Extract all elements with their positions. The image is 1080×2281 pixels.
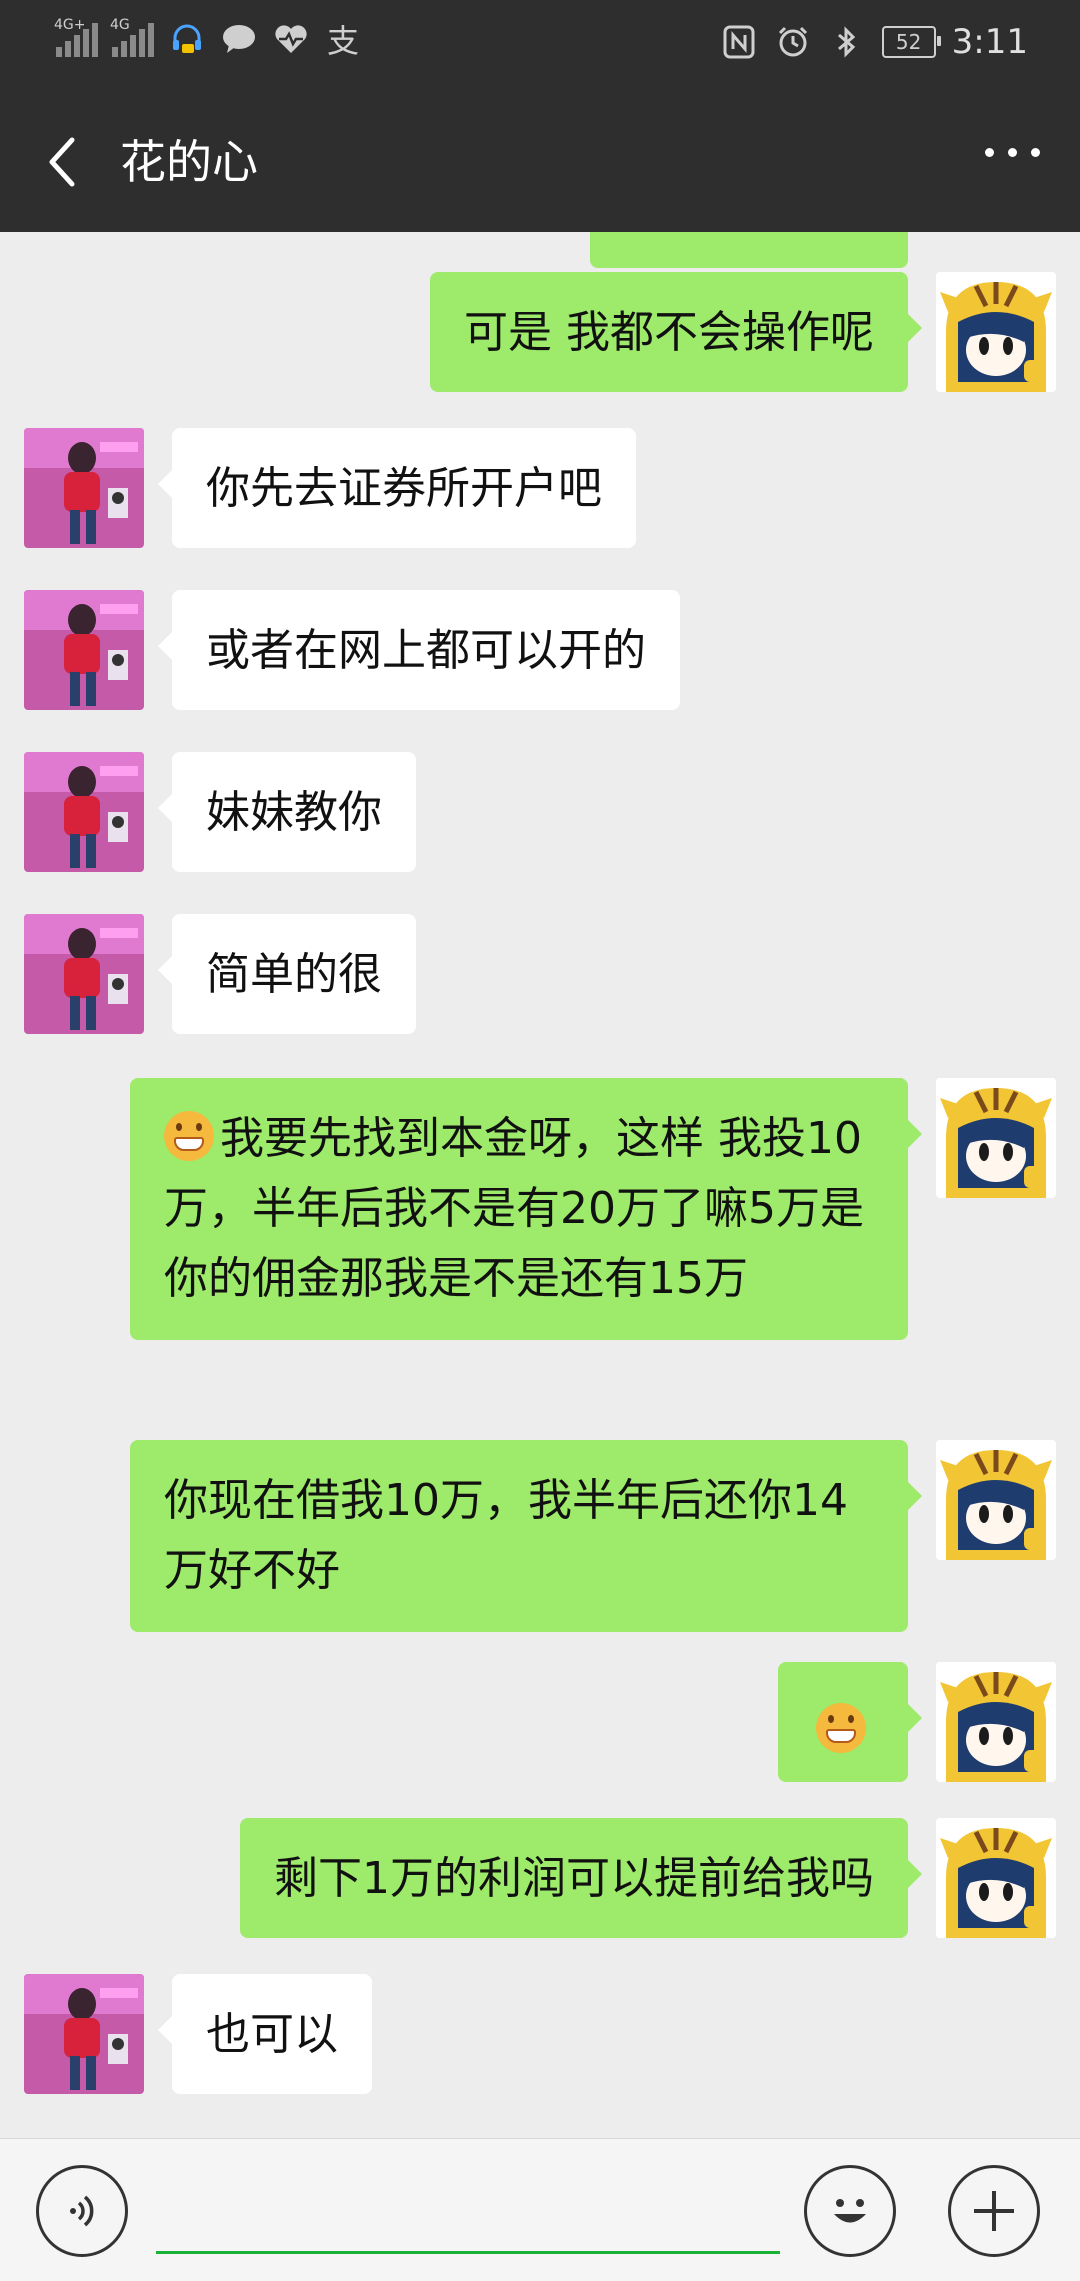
network-type-1: 4G+ (54, 17, 86, 33)
message-bubble[interactable]: 或者在网上都可以开的 (158, 590, 680, 710)
message-bubble[interactable]: 也可以 (158, 1974, 372, 2094)
contact-avatar[interactable] (24, 590, 144, 710)
network-type-2: 4G (110, 17, 130, 33)
battery-icon: 52 (881, 26, 941, 58)
status-bar: 4G+ 4G 支 52 3:11 (0, 0, 1080, 92)
message-bubble[interactable]: 简单的很 (158, 914, 416, 1034)
chat-title: 花的心 (120, 135, 258, 189)
back-arrow-icon[interactable] (36, 132, 96, 192)
my-avatar[interactable] (936, 1662, 1056, 1782)
alipay-notification-icon: 支 (326, 22, 359, 60)
message-bubble[interactable]: 你现在借我10万，我半年后还你14万好不好 (130, 1440, 922, 1632)
grin-emoji-icon (816, 1703, 866, 1753)
message-input[interactable] (156, 2251, 780, 2254)
input-bar (0, 2138, 1080, 2281)
alarm-icon (774, 23, 812, 61)
emoji-button[interactable] (804, 2165, 896, 2257)
battery-level: 52 (895, 30, 922, 54)
plus-button[interactable] (948, 2165, 1040, 2257)
status-left-icons: 4G+ 4G 支 (54, 17, 362, 60)
title-bar: 花的心 (0, 92, 1080, 232)
emoji-icon (834, 2199, 866, 2223)
message-bubble[interactable]: 可是 我都不会操作呢 (430, 272, 922, 392)
nfc-icon (720, 23, 758, 61)
headset-notification-icon (168, 20, 206, 58)
plus-icon (974, 2191, 1014, 2231)
chat-notification-icon (220, 20, 258, 58)
message-bubble[interactable] (778, 1662, 922, 1782)
my-avatar[interactable] (936, 1818, 1056, 1938)
message-text: 我要先找到本金呀，这样 我投10万，半年后我不是有20万了嘛5万是你的佣金那我是… (164, 1113, 864, 1304)
bluetooth-icon (828, 23, 866, 61)
health-notification-icon (272, 20, 310, 58)
my-avatar[interactable] (936, 272, 1056, 392)
contact-avatar[interactable] (24, 428, 144, 548)
chat-area[interactable]: 可是 我都不会操作呢 你先去证券所开户吧 或者在网上都可以开的 妹妹教你 简单的… (0, 232, 1080, 2138)
clock: 3:11 (951, 22, 1028, 62)
contact-avatar[interactable] (24, 752, 144, 872)
top-bar: 4G+ 4G 支 52 3:11 花的心 (0, 0, 1080, 232)
message-bubble[interactable]: 剩下1万的利润可以提前给我吗 (240, 1818, 922, 1938)
voice-button[interactable] (36, 2165, 128, 2257)
message-bubble-partial[interactable] (590, 232, 908, 268)
signal-icon-2: 4G (110, 17, 154, 57)
message-bubble[interactable]: 妹妹教你 (158, 752, 416, 872)
message-bubble[interactable]: 你先去证券所开户吧 (158, 428, 636, 548)
status-right-icons: 52 3:11 (720, 22, 1028, 62)
my-avatar[interactable] (936, 1078, 1056, 1198)
contact-avatar[interactable] (24, 1974, 144, 2094)
signal-icon-1: 4G+ (54, 17, 98, 57)
grin-emoji-icon (164, 1111, 214, 1161)
my-avatar[interactable] (936, 1440, 1056, 1560)
more-icon[interactable] (985, 148, 1040, 157)
contact-avatar[interactable] (24, 914, 144, 1034)
voice-icon (70, 2195, 94, 2227)
message-bubble[interactable]: 我要先找到本金呀，这样 我投10万，半年后我不是有20万了嘛5万是你的佣金那我是… (130, 1078, 922, 1340)
